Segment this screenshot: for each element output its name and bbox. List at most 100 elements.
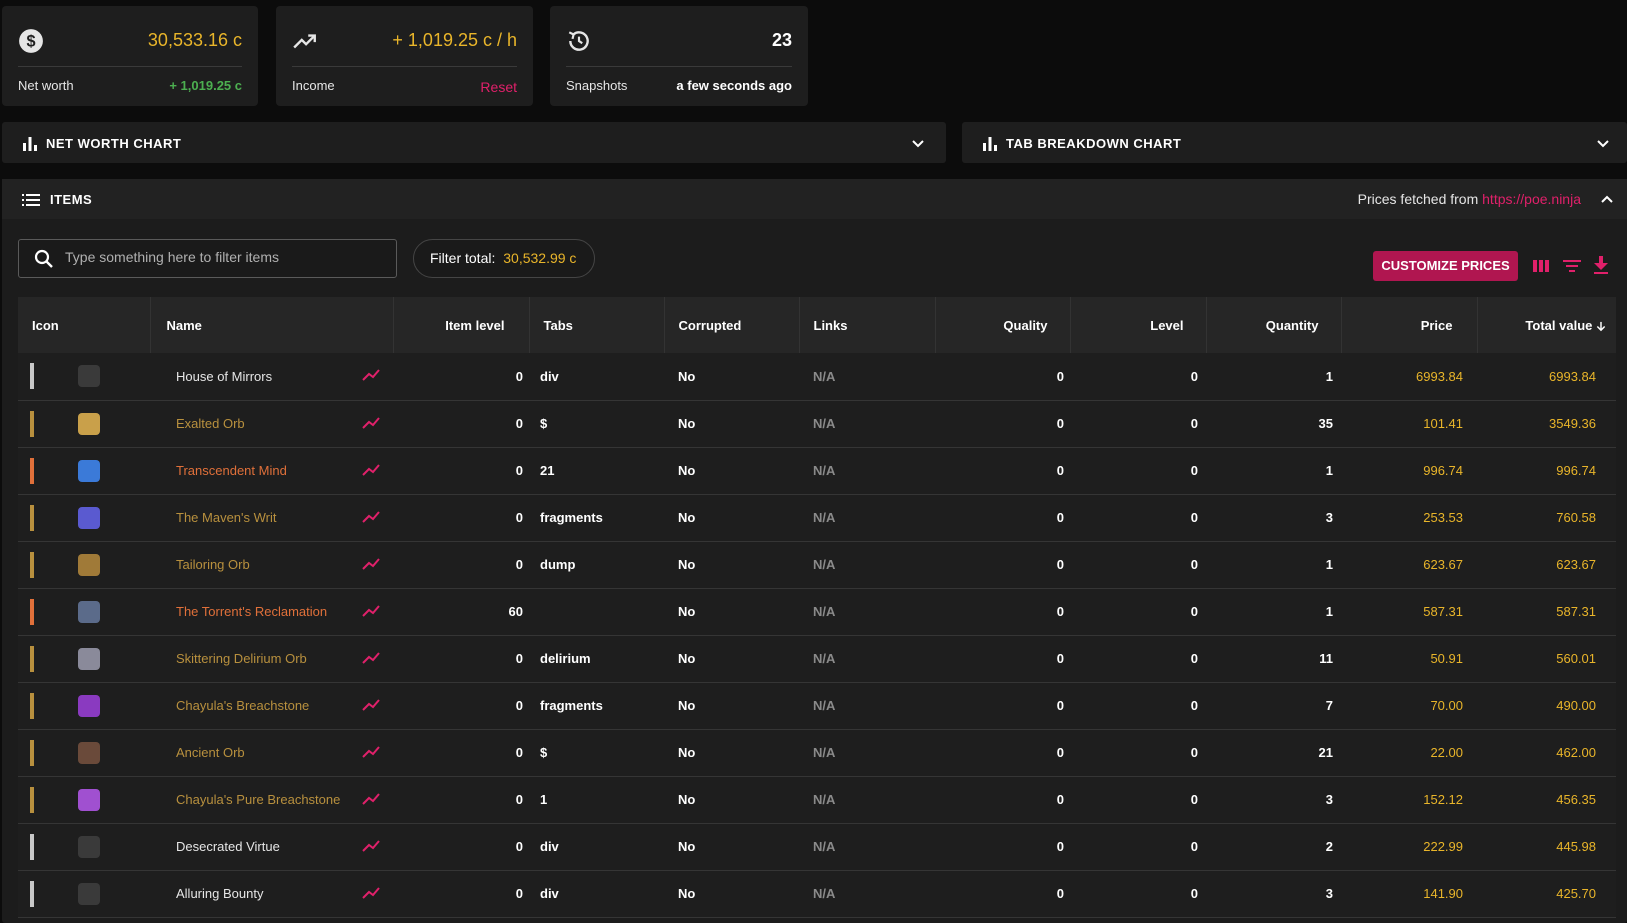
col-level[interactable]: Level [1070, 297, 1207, 353]
tabs-cell: delirium [540, 651, 591, 666]
history-icon [568, 31, 589, 51]
price-trend-icon[interactable] [361, 885, 381, 901]
price-cell: 152.12 [1423, 792, 1463, 807]
price-cell: 587.31 [1423, 604, 1463, 619]
snapshots-card: 23 Snapshots a few seconds ago [550, 6, 808, 106]
icon-cell [18, 776, 150, 823]
item-level-cell: 0 [515, 792, 523, 807]
table-row[interactable]: House of Mirrors 0 div No N/A 0 0 1 6993.84 6993.… [18, 353, 1616, 400]
price-trend-icon[interactable] [361, 509, 381, 525]
table-row[interactable]: Chayula's Breachstone 0 fragments No N/A 0 0 7 7… [18, 682, 1616, 729]
total-value-cell: 587.31 [1556, 604, 1596, 619]
icon-cell [18, 400, 150, 447]
table-row[interactable]: The Torrent's Reclamation 60 No N/A 0 0 1 587.3… [18, 588, 1616, 635]
tabs-cell: div [540, 886, 559, 901]
chevron-down-icon[interactable] [910, 135, 926, 151]
rarity-bar [30, 880, 34, 907]
corrupted-cell: No [678, 416, 696, 431]
price-trend-icon[interactable] [361, 838, 381, 854]
item-name[interactable]: House of Mirrors [176, 369, 272, 384]
price-trend-icon[interactable] [361, 650, 381, 666]
reset-button[interactable]: Reset [480, 79, 517, 95]
price-cell: 70.00 [1430, 698, 1463, 713]
rarity-bar [30, 551, 34, 578]
table-row[interactable]: Skittering Delirium Orb 0 delirium No N/A 0 0 1… [18, 635, 1616, 682]
filter-icon[interactable] [1562, 257, 1582, 275]
rarity-bar [30, 457, 34, 484]
item-name[interactable]: Desecrated Virtue [176, 839, 280, 854]
quantity-cell: 35 [1318, 416, 1333, 431]
table-row[interactable]: Alluring Bounty 0 div No N/A 0 0 3 141.90 425.70 [18, 870, 1616, 917]
table-row[interactable]: Exalted Orb 0 $ No N/A 0 0 35 101.41 3549.36 [18, 400, 1616, 447]
table-row[interactable]: Tailoring Orb 0 dump No N/A 0 0 1 623.67 623.67 [18, 541, 1616, 588]
income-card: + 1,019.25 c / h Income Reset [276, 6, 533, 106]
col-icon[interactable]: Icon [18, 297, 151, 353]
item-name[interactable]: The Torrent's Reclamation [176, 604, 327, 619]
item-name[interactable]: Exalted Orb [176, 416, 245, 431]
item-level-cell: 0 [515, 886, 523, 901]
col-name[interactable]: Name [150, 297, 394, 353]
item-name[interactable]: Ancient Orb [176, 745, 245, 760]
price-trend-icon[interactable] [361, 603, 381, 619]
item-name[interactable]: Transcendent Mind [176, 463, 287, 478]
item-level-cell: 0 [515, 698, 523, 713]
total-value-cell: 3549.36 [1549, 416, 1596, 431]
columns-icon[interactable] [1532, 257, 1550, 275]
links-cell: N/A [813, 557, 836, 572]
level-cell: 0 [1190, 510, 1198, 525]
col-item-level[interactable]: Item level [393, 297, 530, 353]
col-quantity[interactable]: Quantity [1206, 297, 1342, 353]
item-level-cell: 0 [515, 839, 523, 854]
col-corrupted[interactable]: Corrupted [664, 297, 800, 353]
table-row[interactable]: Desecrated Virtue 0 div No N/A 0 0 2 222.99 445.9… [18, 823, 1616, 870]
level-cell: 0 [1190, 557, 1198, 572]
links-cell: N/A [813, 698, 836, 713]
table-row[interactable]: Ancient Orb 0 $ No N/A 0 0 21 22.00 462.00 [18, 729, 1616, 776]
price-trend-icon[interactable] [361, 697, 381, 713]
item-name[interactable]: Tailoring Orb [176, 557, 250, 572]
table-row[interactable]: Transcendent Mind 0 21 No N/A 0 0 1 996.74 996.74 [18, 447, 1616, 494]
col-total-value[interactable]: Total value [1477, 297, 1616, 353]
price-trend-icon[interactable] [361, 415, 381, 431]
search-input[interactable] [65, 249, 385, 265]
item-level-cell: 0 [515, 416, 523, 431]
item-thumbnail [78, 835, 100, 858]
name-cell: Alluring Bounty [150, 870, 393, 917]
poe-ninja-link[interactable]: https://poe.ninja [1482, 191, 1581, 207]
item-thumbnail [78, 647, 100, 670]
chevron-up-icon[interactable] [1599, 192, 1615, 208]
col-total-value-label: Total value [1525, 317, 1593, 333]
tabs-cell: $ [540, 416, 548, 431]
item-name[interactable]: Chayula's Pure Breachstone [176, 792, 340, 807]
col-quality[interactable]: Quality [935, 297, 1071, 353]
quality-cell: 0 [1056, 886, 1064, 901]
col-tabs[interactable]: Tabs [529, 297, 665, 353]
items-header: ITEMS Prices fetched from https://poe.ni… [2, 179, 1627, 219]
price-trend-icon[interactable] [361, 462, 381, 478]
tab-breakdown-chart-panel[interactable]: TAB BREAKDOWN CHART [962, 122, 1627, 163]
price-trend-icon[interactable] [361, 367, 381, 383]
icon-cell [18, 635, 150, 682]
table-row[interactable]: The Maven's Writ 0 fragments No N/A 0 0 3 253.53… [18, 494, 1616, 541]
col-price[interactable]: Price [1341, 297, 1478, 353]
price-trend-icon[interactable] [361, 556, 381, 572]
item-name[interactable]: Chayula's Breachstone [176, 698, 309, 713]
item-thumbnail [78, 600, 100, 623]
item-name[interactable]: Alluring Bounty [176, 886, 263, 901]
price-trend-icon[interactable] [361, 791, 381, 807]
item-name[interactable]: Skittering Delirium Orb [176, 651, 307, 666]
snapshots-label: Snapshots [566, 78, 628, 93]
net-worth-chart-panel[interactable]: NET WORTH CHART [2, 122, 946, 163]
icon-cell [18, 588, 150, 635]
download-icon[interactable] [1592, 255, 1610, 275]
chevron-down-icon[interactable] [1595, 135, 1611, 151]
price-cell: 50.91 [1430, 651, 1463, 666]
price-trend-icon[interactable] [361, 744, 381, 760]
table-row[interactable]: Chayula's Pure Breachstone 0 1 No N/A 0 0 3 152.… [18, 776, 1616, 823]
item-name[interactable]: The Maven's Writ [176, 510, 277, 525]
quantity-cell: 1 [1325, 368, 1333, 384]
icon-cell [18, 682, 150, 729]
search-field[interactable] [18, 239, 397, 278]
col-links[interactable]: Links [799, 297, 936, 353]
customize-prices-button[interactable]: CUSTOMIZE PRICES [1373, 251, 1518, 281]
